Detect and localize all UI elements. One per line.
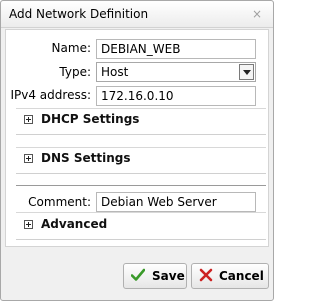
cancel-button[interactable]: Cancel [191,263,269,289]
comment-input[interactable] [96,192,256,212]
save-button-label: Save [152,269,185,283]
form-panel: Name: Type: Host IPv4 address: DHCP Sett… [5,29,269,247]
plus-box-icon[interactable] [24,115,33,124]
type-select[interactable]: Host [96,62,256,82]
dhcp-section-label: DHCP Settings [41,112,140,126]
chevron-down-icon[interactable] [239,64,254,80]
type-label: Type: [59,65,91,79]
dns-section-header[interactable]: DNS Settings [16,146,266,174]
plus-box-icon[interactable] [24,220,33,229]
checkmark-icon [131,268,145,281]
name-label: Name: [51,41,91,55]
dhcp-section-header[interactable]: DHCP Settings [16,107,266,135]
name-input[interactable] [96,39,256,59]
dialog-title: Add Network Definition [9,7,149,21]
close-icon[interactable]: × [249,6,265,22]
type-select-value: Host [101,65,129,79]
advanced-section-label: Advanced [41,217,108,231]
advanced-section-header[interactable]: Advanced [16,212,266,240]
x-icon [199,268,213,282]
save-button[interactable]: Save [123,263,187,289]
ipv4-label: IPv4 address: [10,88,91,102]
comment-label: Comment: [28,195,91,209]
divider [16,185,266,186]
cancel-button-label: Cancel [219,269,264,283]
add-network-dialog: Add Network Definition × Name: Type: Hos… [0,0,274,301]
plus-box-icon[interactable] [24,154,33,163]
dns-section-label: DNS Settings [41,151,131,165]
ipv4-input[interactable] [96,86,256,106]
dialog-titlebar[interactable]: Add Network Definition × [1,1,273,28]
